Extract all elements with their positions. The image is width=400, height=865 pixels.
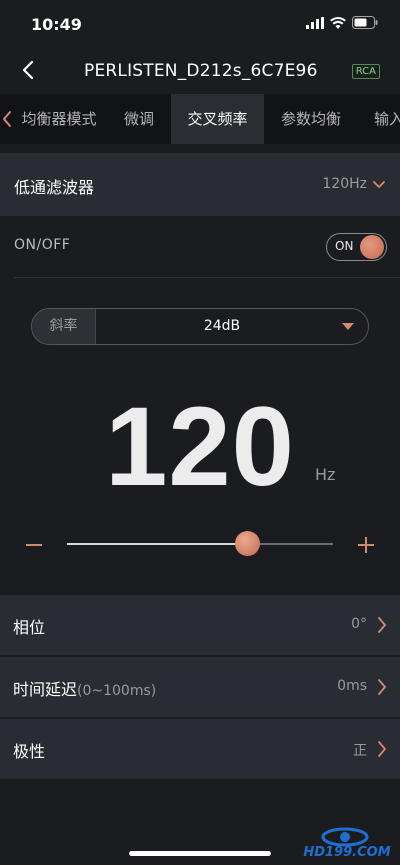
frequency-slider-thumb[interactable] [235, 531, 261, 556]
tab-fine-tune[interactable]: 微调 [104, 94, 174, 144]
tabs-scroll-left-icon[interactable] [0, 94, 14, 144]
lowpass-label: 低通滤波器 [14, 178, 95, 197]
chevron-right-icon [378, 741, 386, 757]
tab-bar: 均衡器模式 微调 交叉频率 参数均衡 输入 [0, 94, 400, 144]
row-value: 0ms [337, 678, 367, 694]
tab-parametric-eq[interactable]: 参数均衡 [264, 94, 358, 144]
nav-bar: PERLISTEN_D212s_6C7E96 RCA [0, 48, 400, 94]
tab-input[interactable]: 输入 [364, 94, 400, 144]
chevron-right-icon [378, 617, 386, 633]
minus-icon[interactable] [24, 535, 44, 555]
row-hint: (0~100ms) [77, 683, 157, 699]
row-value: 正 [353, 743, 367, 759]
frequency-unit: Hz [315, 465, 336, 484]
slope-select[interactable]: 斜率 24dB [31, 308, 369, 345]
row-value: 0° [351, 616, 367, 632]
status-bar: 10:49 [0, 0, 400, 48]
row-phase[interactable]: 相位 0° [0, 595, 400, 655]
status-time: 10:49 [31, 15, 82, 34]
row-polarity[interactable]: 极性 正 [0, 719, 400, 779]
slope-value: 24dB [203, 318, 241, 334]
lowpass-filter-header[interactable]: 低通滤波器 120Hz [0, 153, 400, 216]
frequency-value: 120 [105, 384, 295, 509]
frequency-slider-fill [67, 543, 248, 545]
plus-icon[interactable] [356, 535, 376, 555]
slope-label: 斜率 [32, 309, 96, 344]
divider [14, 277, 400, 278]
toggle-knob [360, 235, 384, 259]
row-label: 相位 [13, 618, 46, 637]
row-label: 时间延迟(0~100ms) [13, 680, 157, 699]
chevron-right-icon [378, 679, 386, 695]
row-time-delay[interactable]: 时间延迟(0~100ms) 0ms [0, 657, 400, 717]
rca-badge: RCA [351, 64, 380, 79]
row-label: 极性 [13, 742, 46, 761]
status-icons [306, 16, 378, 29]
device-title: PERLISTEN_D212s_6C7E96 [84, 61, 318, 81]
wifi-icon [330, 16, 346, 29]
lowpass-value: 120Hz [322, 176, 367, 192]
battery-icon [352, 16, 378, 29]
onoff-label: ON/OFF [14, 237, 71, 253]
home-indicator [129, 851, 271, 856]
watermark-text: HD199.COM [303, 845, 391, 860]
tab-eq-mode[interactable]: 均衡器模式 [14, 94, 104, 144]
cellular-signal-icon [306, 16, 324, 29]
power-toggle[interactable]: ON [326, 233, 387, 261]
dropdown-caret-icon [342, 323, 354, 330]
back-icon[interactable] [18, 58, 40, 82]
chevron-down-icon [373, 181, 385, 188]
tab-crossover[interactable]: 交叉频率 [171, 94, 264, 144]
toggle-text: ON [335, 239, 354, 253]
